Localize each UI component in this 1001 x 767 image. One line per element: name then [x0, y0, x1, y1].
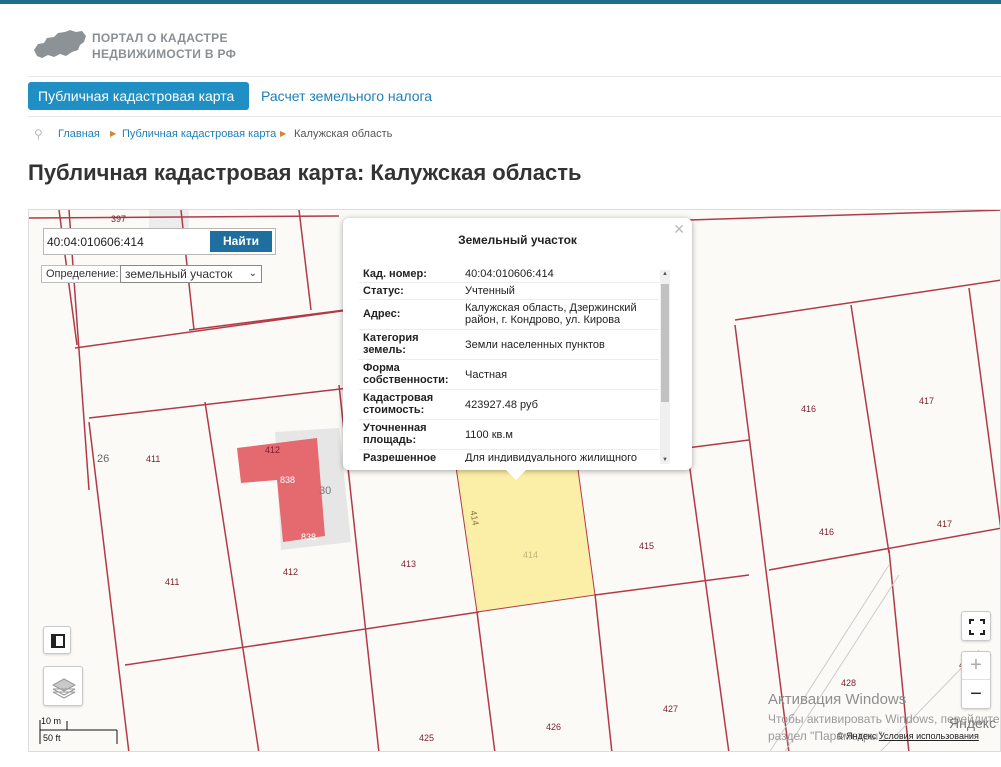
- cadastral-map[interactable]: 397 26 411 411 412 412 838 838 30 413 41…: [28, 209, 1001, 752]
- parcel-info-popup: ✕ Земельный участок Кад. номер: 40:04:01…: [343, 218, 692, 480]
- table-row: Кад. номер: 40:04:010606:414: [359, 266, 659, 283]
- definition-label: Определение:: [46, 268, 119, 280]
- logo-line-1: ПОРТАЛ О КАДАСТРЕ: [92, 31, 228, 45]
- breadcrumb-current: Калужская область: [294, 128, 393, 140]
- chevron-down-icon: ⌄: [248, 268, 257, 279]
- zoom-out-button[interactable]: −: [962, 681, 990, 709]
- parcel-label: 397: [111, 214, 126, 224]
- parcel-label: 426: [546, 722, 561, 732]
- scale-metric: 10 m: [41, 716, 62, 726]
- terms-link[interactable]: Условия использования: [879, 731, 979, 741]
- table-row: Статус: Учтенный: [359, 283, 659, 300]
- parcel-label: 411: [146, 454, 160, 464]
- parcel-label: 425: [419, 733, 434, 743]
- attr-value: Частная: [465, 369, 508, 381]
- parcel-label: 416: [801, 404, 816, 414]
- popup-pointer: [506, 470, 526, 480]
- header-divider: [28, 76, 1001, 77]
- attr-value: 1100 кв.м: [465, 429, 513, 441]
- logo-line-2: НЕДВИЖИМОСТИ В РФ: [92, 47, 237, 61]
- parcel-label: 412: [283, 567, 298, 577]
- portal-name: ПОРТАЛ О КАДАСТРЕ НЕДВИЖИМОСТИ В РФ: [92, 30, 236, 62]
- parcel-label: 414: [523, 550, 538, 560]
- fullscreen-button[interactable]: [961, 611, 991, 641]
- popup-scrollbar[interactable]: ▲ ▼: [660, 270, 670, 464]
- popup-title: Земельный участок: [458, 233, 577, 247]
- attr-key: Форма собственности:: [363, 362, 449, 386]
- parcel-label: 411: [165, 577, 179, 587]
- scrollbar-thumb[interactable]: [661, 284, 669, 402]
- find-button[interactable]: Найти: [210, 231, 272, 252]
- russia-map-logo-icon: [34, 30, 86, 58]
- map-copyright: © Яндекс Условия использования: [837, 731, 979, 741]
- layers-icon: [51, 678, 77, 699]
- attr-key: Разрешенное: [363, 452, 437, 462]
- location-pin-icon: ⚲: [34, 127, 43, 141]
- attr-key: Категория земель:: [363, 332, 419, 356]
- breadcrumb-separator-icon: ▶: [110, 129, 117, 138]
- legend-button[interactable]: [43, 626, 71, 654]
- tab-public-cadastral-map[interactable]: Публичная кадастровая карта: [28, 82, 249, 110]
- windows-activation-title: Активация Windows: [768, 691, 907, 708]
- parcel-label: 413: [401, 559, 416, 569]
- attr-key: Кадастровая стоимость:: [363, 392, 434, 416]
- attr-key: Кад. номер:: [363, 268, 427, 280]
- parcel-label: 412: [265, 445, 280, 455]
- attr-value: Земли населенных пунктов: [465, 339, 605, 351]
- parcel-label: 417: [937, 519, 952, 529]
- attr-key: Статус:: [363, 285, 404, 297]
- table-row: Форма собственности: Частная: [359, 360, 659, 390]
- breadcrumb-home[interactable]: Главная: [58, 126, 100, 142]
- selected-parcel[interactable]: [454, 459, 596, 613]
- attr-value: Учтенный: [465, 285, 515, 297]
- portal-logo[interactable]: ПОРТАЛ О КАДАСТРЕ НЕДВИЖИМОСТИ В РФ: [32, 28, 262, 68]
- zoom-control: + −: [961, 651, 991, 709]
- breadcrumb-map[interactable]: Публичная кадастровая карта: [122, 126, 276, 142]
- parcel-label: 428: [841, 678, 856, 688]
- parcel-label: 838: [301, 532, 316, 542]
- zoom-in-button[interactable]: +: [962, 652, 990, 680]
- attr-key: Уточненная площадь:: [363, 422, 427, 446]
- copyright-text: © Яндекс: [837, 731, 877, 741]
- attr-value: Калужская область, Дзержинский район, г.…: [465, 302, 637, 326]
- scroll-up-icon[interactable]: ▲: [660, 271, 670, 277]
- table-row: Адрес: Калужская область, Дзержинский ра…: [359, 300, 659, 330]
- table-row: Уточненная площадь: 1100 кв.м: [359, 420, 659, 450]
- cadastral-search: Найти: [43, 228, 276, 255]
- fullscreen-icon: [969, 619, 985, 635]
- layers-button[interactable]: [43, 666, 83, 706]
- attr-key: Адрес:: [363, 308, 401, 320]
- page-title: Публичная кадастровая карта: Калужская о…: [28, 160, 582, 185]
- nav-divider: [28, 116, 1001, 117]
- legend-icon: [51, 634, 65, 648]
- scale-imperial: 50 ft: [43, 733, 61, 743]
- object-type-select[interactable]: земельный участок ⌄: [120, 265, 262, 283]
- table-row: Разрешенное Для индивидуального жилищног…: [359, 450, 659, 462]
- top-accent-bar: [0, 0, 1001, 4]
- parcel-attributes-table: Кад. номер: 40:04:010606:414 Статус: Учт…: [359, 266, 659, 462]
- parcel-label: 26: [97, 453, 109, 465]
- parcel-label: 838: [280, 475, 295, 485]
- cadastral-number-input[interactable]: [47, 231, 207, 252]
- scroll-down-icon[interactable]: ▼: [660, 457, 670, 463]
- yandex-logo[interactable]: Яндекс: [949, 715, 996, 731]
- attr-value: 40:04:010606:414: [465, 268, 554, 280]
- breadcrumb-separator-icon: ▶: [280, 129, 287, 138]
- definition-row: Определение: земельный участок ⌄: [41, 265, 262, 283]
- parcel-label: 415: [639, 541, 654, 551]
- attr-value: 423927.48 руб: [465, 399, 538, 411]
- tab-land-tax[interactable]: Расчет земельного налога: [261, 82, 432, 110]
- table-row: Категория земель: Земли населенных пункт…: [359, 330, 659, 360]
- parcel-label: 427: [663, 704, 678, 714]
- object-type-value: земельный участок: [125, 267, 233, 281]
- scale-bar: 10 m 50 ft: [39, 716, 119, 746]
- parcel-label: 416: [819, 527, 834, 537]
- parcel-label: 417: [919, 396, 934, 406]
- table-row: Кадастровая стоимость: 423927.48 руб: [359, 390, 659, 420]
- attr-value: Для индивидуального жилищного: [465, 452, 638, 462]
- parcel-label: 30: [319, 485, 331, 497]
